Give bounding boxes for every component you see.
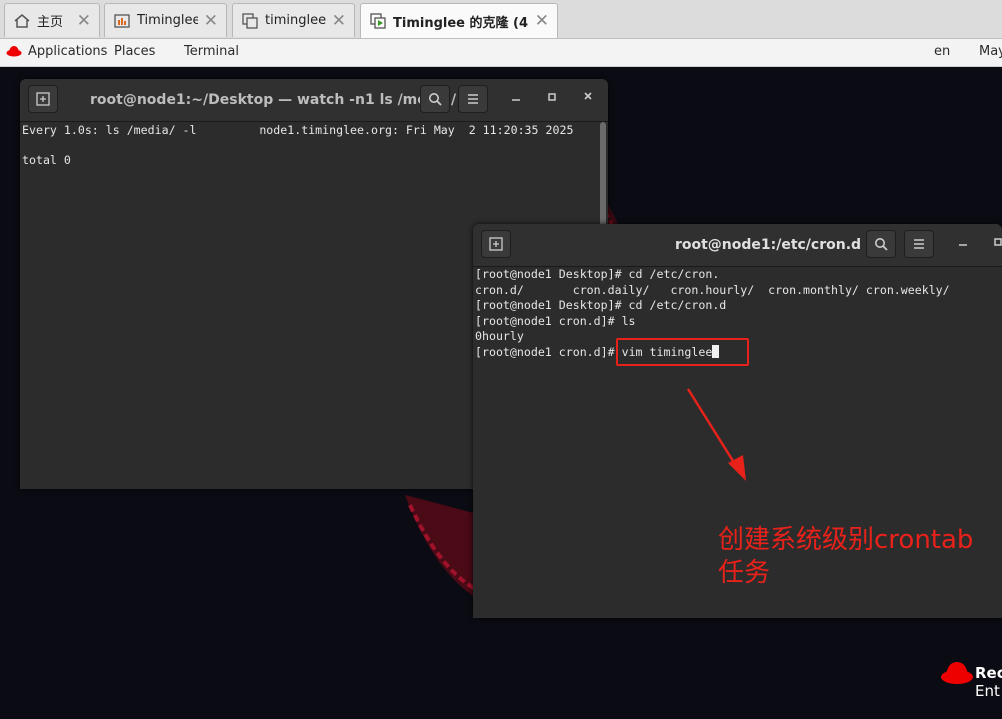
search-button[interactable] <box>866 230 896 258</box>
scrollbar[interactable] <box>600 122 606 232</box>
terminal-line: 0hourly <box>475 329 524 343</box>
tab-label: timinglee <box>265 13 326 28</box>
close-icon[interactable]: ✕ <box>77 11 91 31</box>
hamburger-icon <box>468 94 478 104</box>
new-tab-icon <box>36 92 50 106</box>
hamburger-icon <box>914 239 924 249</box>
vm-running-icon <box>369 12 387 30</box>
terminal-line: [root@node1 cron.d]# ls <box>475 313 636 328</box>
new-tab-icon <box>489 237 503 251</box>
annotation-text: 创建系统级别crontab任务 <box>718 525 974 588</box>
close-icon[interactable] <box>580 89 596 107</box>
terminal-line: [root@node1 Desktop]# cd /etc/cron.d <box>475 298 727 312</box>
vm-tab-bar: 主页 ✕ Timinglee ✕ timinglee ✕ Timinglee 的… <box>0 0 1002 39</box>
window-title: root@node1:~/Desktop — watch -n1 ls /med… <box>90 92 472 108</box>
brand-text-line1: Rec <box>975 664 1002 682</box>
new-tab-button[interactable] <box>28 85 58 113</box>
terminal-line: Every 1.0s: ls /media/ -l node1.timingle… <box>22 123 574 137</box>
applications-menu[interactable]: Applications <box>28 44 107 59</box>
minimize-icon[interactable] <box>508 89 524 107</box>
tab-timinglee-clone-4[interactable]: Timinglee 的克隆 (4) ✕ <box>360 3 558 38</box>
window-title: root@node1:/etc/cron.d <box>674 237 862 253</box>
terminal-line: cron.d/ cron.daily/ cron.hourly/ cron.mo… <box>475 282 950 297</box>
clock[interactable]: May <box>979 44 1002 59</box>
tab-label: Timinglee <box>137 13 198 28</box>
prompt: [root@node1 cron.d]# <box>475 344 622 359</box>
annotation-arrow <box>686 388 746 481</box>
vm-icon <box>113 12 131 30</box>
terminal-line: [root@node1 Desktop]# cd /etc/cron. <box>475 267 720 281</box>
search-icon <box>429 93 442 106</box>
tab-label: 主页 <box>37 15 64 30</box>
terminal-header: root@node1:~/Desktop — watch -n1 ls /med… <box>20 79 608 122</box>
close-icon[interactable]: ✕ <box>204 11 218 31</box>
home-icon <box>13 12 31 30</box>
new-tab-button[interactable] <box>481 230 511 258</box>
tab-home[interactable]: 主页 ✕ <box>4 3 100 37</box>
input-language-indicator[interactable]: en <box>934 44 950 59</box>
terminal-line: total 0 <box>22 153 71 167</box>
menu-button[interactable] <box>458 85 488 113</box>
search-icon <box>875 238 888 251</box>
close-icon[interactable]: ✕ <box>535 11 549 31</box>
gnome-top-bar: Applications Places Terminal en May <box>0 39 1002 67</box>
redhat-logo-icon <box>941 662 973 684</box>
tab-timinglee[interactable]: Timinglee ✕ <box>104 3 227 37</box>
maximize-icon[interactable] <box>990 234 1002 252</box>
terminal-header: root@node1:/etc/cron.d <box>473 224 1002 267</box>
menu-button[interactable] <box>904 230 934 258</box>
minimize-icon[interactable] <box>955 234 971 252</box>
search-button[interactable] <box>420 85 450 113</box>
maximize-icon[interactable] <box>544 89 560 107</box>
tab-timinglee-lower[interactable]: timinglee ✕ <box>232 3 355 37</box>
redhat-menu-icon <box>6 44 22 62</box>
clone-icon <box>241 12 259 30</box>
close-icon[interactable]: ✕ <box>332 11 346 31</box>
tab-label: Timinglee 的克隆 (4) <box>393 15 529 31</box>
terminal-app-menu[interactable]: Terminal <box>184 44 239 59</box>
brand-text-line2: Ent <box>975 682 1000 700</box>
highlight-box <box>616 338 749 366</box>
places-menu[interactable]: Places <box>114 44 155 59</box>
desktop-wallpaper-swirl-lower <box>405 495 480 600</box>
